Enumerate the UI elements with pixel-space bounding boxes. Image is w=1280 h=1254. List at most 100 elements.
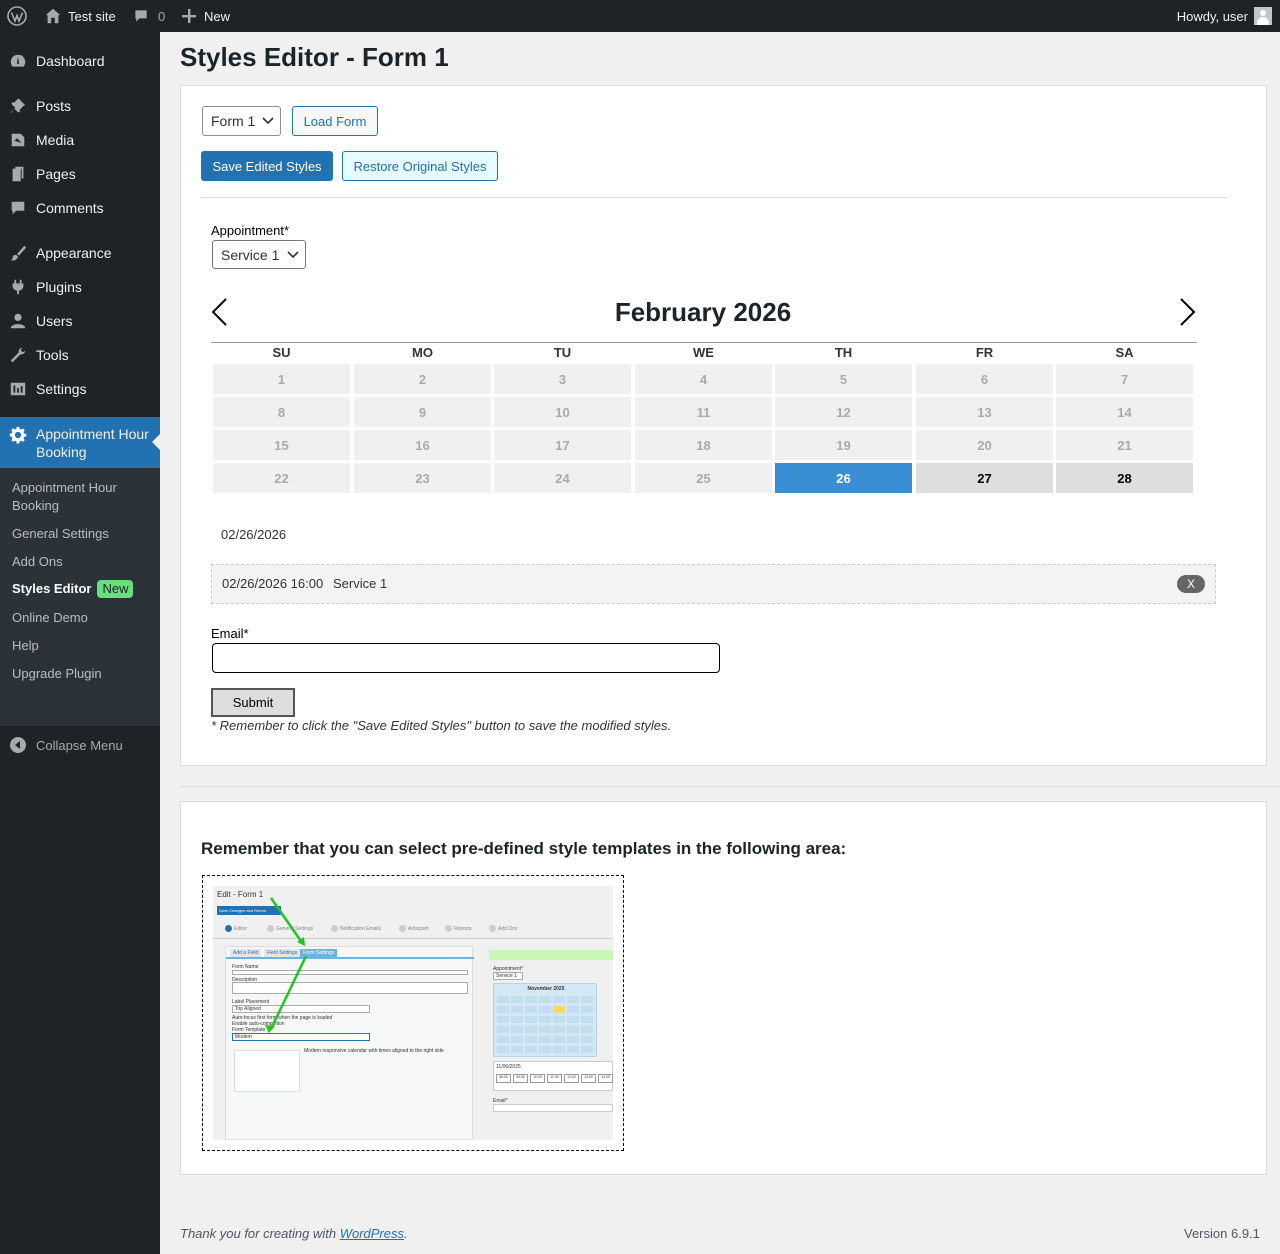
wordpress-logo-icon[interactable] — [7, 0, 27, 32]
sidebar-item-tools[interactable]: Tools — [0, 338, 160, 372]
calendar-day-disabled: 12 — [775, 397, 912, 427]
submenu-item-add-ons[interactable]: Add Ons — [12, 553, 63, 571]
calendar-day-selected[interactable]: 26 — [775, 463, 912, 493]
avatar — [1254, 7, 1272, 25]
calendar-day-disabled: 14 — [1056, 397, 1193, 427]
wrench-icon — [0, 338, 36, 372]
remove-slot-button[interactable]: X — [1177, 575, 1205, 593]
comment-icon — [135, 10, 147, 22]
sidebar-item-appearance[interactable]: Appearance — [0, 236, 160, 270]
wordpress-link[interactable]: WordPress — [340, 1226, 404, 1241]
submenu-item-help[interactable]: Help — [12, 637, 39, 655]
chevron-down-icon — [287, 251, 299, 259]
calendar-day-disabled: 22 — [213, 463, 350, 493]
service-select[interactable]: Service 1 — [212, 240, 306, 269]
submenu-item-appointment-hour-booking[interactable]: Appointment Hour Booking — [12, 479, 117, 515]
calendar-month-title: February 2026 — [614, 297, 792, 327]
comments-link[interactable]: 0 — [133, 0, 165, 32]
calendar-next-icon[interactable] — [1179, 297, 1197, 327]
submit-button[interactable]: Submit — [211, 688, 295, 717]
media-icon — [0, 123, 36, 157]
section-divider — [180, 786, 1280, 787]
collapse-label: Collapse Menu — [36, 737, 123, 753]
load-form-button[interactable]: Load Form — [292, 106, 378, 136]
brush-icon — [0, 236, 36, 270]
new-content-link[interactable]: New — [182, 0, 230, 32]
slot-datetime: 02/26/2026 16:00 — [222, 576, 324, 591]
sidebar-item-posts[interactable]: Posts — [0, 89, 160, 123]
calendar-day-disabled: 25 — [635, 463, 772, 493]
sidebar-item-media[interactable]: Media — [0, 123, 160, 157]
calendar-day-disabled: 3 — [494, 364, 631, 394]
calendar-day-disabled: 17 — [494, 430, 631, 460]
calendar-day-disabled: 18 — [635, 430, 772, 460]
sidebar-item-label: Comments — [36, 200, 104, 216]
calendar-day-disabled: 2 — [354, 364, 491, 394]
calendar-day-available[interactable]: 27 — [916, 463, 1053, 493]
plus-icon — [182, 9, 196, 23]
my-account-link[interactable]: Howdy, user — [1177, 0, 1272, 32]
calendar-prev-icon[interactable] — [210, 297, 228, 327]
calendar-day-disabled: 15 — [213, 430, 350, 460]
sidebar-item-dashboard[interactable]: Dashboard — [0, 44, 160, 78]
calendar-weekday: SU — [272, 345, 291, 360]
sidebar-item-label: Tools — [36, 347, 69, 363]
comment-icon — [0, 191, 36, 225]
page-title: Styles Editor - Form 1 — [180, 42, 449, 72]
user-icon — [0, 304, 36, 338]
gear-icon — [0, 425, 36, 445]
sidebar-item-settings[interactable]: Settings — [0, 372, 160, 406]
calendar-weekday: SA — [1115, 345, 1134, 360]
calendar-day-disabled: 7 — [1056, 364, 1193, 394]
calendar-day-disabled: 13 — [916, 397, 1053, 427]
admin-sidebar: Dashboard Posts Media Pages Comments Appearan… — [0, 32, 160, 1254]
calendar-day-disabled: 1 — [213, 364, 350, 394]
calendar-day-disabled: 21 — [1056, 430, 1193, 460]
sidebar-item-plugins[interactable]: Plugins — [0, 270, 160, 304]
sidebar-item-comments[interactable]: Comments — [0, 191, 160, 225]
calendar-day-available[interactable]: 28 — [1056, 463, 1193, 493]
templates-heading: Remember that you can select pre-defined… — [201, 839, 847, 858]
restore-original-styles-button[interactable]: Restore Original Styles — [342, 151, 498, 181]
sidebar-item-label: Media — [36, 132, 75, 148]
calendar-day-disabled: 5 — [775, 364, 912, 394]
submenu-item-general-settings[interactable]: General Settings — [12, 525, 109, 543]
site-name-label: Test site — [68, 8, 116, 24]
comments-count: 0 — [158, 8, 166, 24]
selected-date-label: 02/26/2026 — [221, 527, 287, 542]
site-name-link[interactable]: Test site — [44, 0, 116, 32]
sidebar-item-appointment-hour-booking[interactable]: Appointment Hour Booking — [0, 417, 160, 469]
howdy-label: Howdy, user — [1176, 8, 1248, 24]
current-arrow — [152, 434, 160, 450]
sidebar-item-label: Appearance — [36, 245, 112, 261]
calendar-weekday: FR — [975, 345, 994, 360]
slot-service: Service 1 — [333, 576, 388, 591]
settings-icon — [0, 372, 36, 406]
calendar-day-disabled: 20 — [916, 430, 1053, 460]
calendar-weekday: TU — [553, 345, 572, 360]
calendar-day-disabled: 23 — [354, 463, 491, 493]
sidebar-item-label: Pages — [36, 166, 76, 182]
sidebar-item-pages[interactable]: Pages — [0, 157, 160, 191]
calendar-day-disabled: 16 — [354, 430, 491, 460]
sidebar-item-label: Dashboard — [36, 53, 105, 69]
submenu-item-online-demo[interactable]: Online Demo — [12, 609, 88, 627]
green-arrows-icon — [265, 897, 308, 1033]
collapse-menu-button[interactable]: Collapse Menu — [0, 728, 123, 762]
sidebar-item-users[interactable]: Users — [0, 304, 160, 338]
plug-icon — [0, 270, 36, 304]
save-edited-styles-button[interactable]: Save Edited Styles — [201, 151, 333, 181]
sidebar-current-label: Appointment Hour Booking — [36, 426, 149, 460]
email-label: Email* — [211, 626, 249, 641]
dashboard-icon — [0, 44, 36, 78]
calendar-weekday: MO — [412, 345, 433, 360]
selected-slot: 02/26/2026 16:00 Service 1 X — [211, 564, 1216, 604]
email-input[interactable] — [212, 643, 720, 673]
sidebar-item-label: Settings — [36, 381, 87, 397]
submenu-item-styles-editor[interactable]: Styles Editor New — [12, 580, 134, 598]
form-select[interactable]: Form 1 — [202, 106, 281, 136]
submenu-item-upgrade-plugin[interactable]: Upgrade Plugin — [12, 665, 102, 683]
footer-thanks: Thank you for creating with WordPress. — [180, 1226, 408, 1241]
calendar-day-disabled: 19 — [775, 430, 912, 460]
admin-bar: Test site 0 New Howdy, user — [0, 0, 1280, 32]
